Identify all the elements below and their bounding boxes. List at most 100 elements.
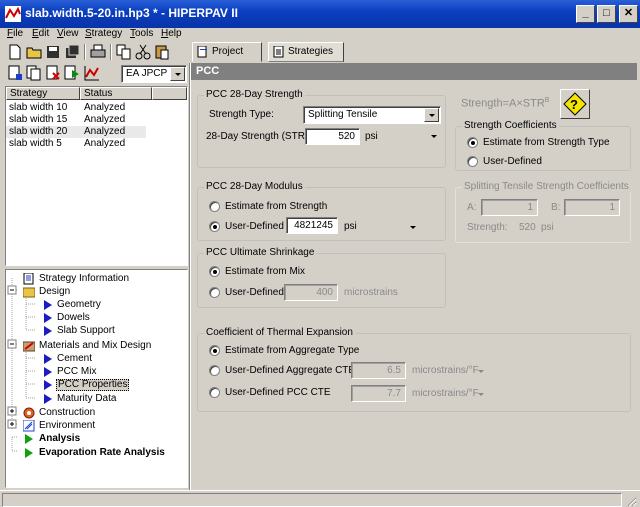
user-defined-coefficients-radio[interactable] bbox=[467, 156, 478, 167]
tree-item-dowels[interactable]: Dowels bbox=[39, 312, 169, 324]
toolbar-separator bbox=[84, 44, 86, 60]
estimate-from-strength-radio[interactable] bbox=[209, 201, 220, 212]
save-icon[interactable] bbox=[45, 44, 61, 60]
maximize-button[interactable]: □ bbox=[597, 5, 616, 23]
hiperpav-app-icon bbox=[5, 6, 21, 22]
tree-item-construction[interactable]: Construction bbox=[20, 407, 170, 419]
delete-strategy-icon[interactable] bbox=[45, 65, 61, 81]
print-icon[interactable] bbox=[90, 44, 106, 60]
tree-item-pcc-properties[interactable]: PCC Properties bbox=[39, 379, 169, 391]
column-header-filler bbox=[152, 87, 187, 100]
table-row[interactable]: slab width 5 Analyzed bbox=[6, 138, 146, 150]
tree-item-cement[interactable]: Cement bbox=[39, 353, 169, 365]
arrow-right-icon bbox=[44, 354, 52, 364]
user-defined-aggregate-cte-radio[interactable] bbox=[209, 365, 220, 376]
tab-strategies[interactable]: Strategies bbox=[268, 42, 344, 62]
chart-icon[interactable] bbox=[84, 65, 100, 81]
coefficient-a-input[interactable]: 1 bbox=[481, 199, 538, 216]
splitter[interactable] bbox=[189, 63, 191, 490]
user-defined-pcc-cte-radio[interactable] bbox=[209, 387, 220, 398]
tree-item-strategy-information[interactable]: Strategy Information bbox=[20, 273, 170, 285]
strategy-name: slab width 5 bbox=[9, 138, 62, 149]
coefficient-b-input[interactable]: 1 bbox=[564, 199, 620, 216]
panel-header: PCC bbox=[191, 63, 637, 80]
unit-dropdown-icon[interactable] bbox=[478, 393, 484, 396]
tree-item-materials-and-mix-design[interactable]: Materials and Mix Design bbox=[20, 340, 180, 352]
menu-view[interactable]: View bbox=[57, 28, 79, 39]
column-header-strategy[interactable]: Strategy bbox=[6, 87, 80, 100]
user-defined-shrinkage-radio[interactable] bbox=[209, 287, 220, 298]
user-defined-modulus-radio[interactable] bbox=[209, 221, 220, 232]
tree-item-evaporation-rate-analysis[interactable]: Evaporation Rate Analysis bbox=[20, 447, 180, 459]
modulus-group: PCC 28-Day Modulus Estimate from Strengt… bbox=[197, 181, 446, 241]
minimize-button[interactable]: _ bbox=[576, 5, 595, 23]
chevron-down-icon[interactable] bbox=[424, 108, 439, 122]
strategy-tree[interactable]: Strategy Information Design Geometry Dow… bbox=[5, 269, 188, 488]
estimate-from-mix-radio[interactable] bbox=[209, 266, 220, 277]
add-strategy-icon[interactable] bbox=[7, 65, 23, 81]
menu-file[interactable]: File bbox=[7, 28, 23, 39]
title-bar[interactable]: slab.width.5-20.in.hp3 * - HIPERPAV II _… bbox=[0, 0, 640, 28]
save-all-icon[interactable] bbox=[64, 44, 80, 60]
chevron-down-icon[interactable] bbox=[170, 67, 185, 81]
table-row[interactable]: slab width 15 Analyzed bbox=[6, 114, 146, 126]
aggregate-cte-input[interactable]: 6.5 bbox=[351, 362, 406, 379]
unit-dropdown-icon[interactable] bbox=[478, 370, 484, 373]
pcc-cte-input[interactable]: 7.7 bbox=[351, 385, 406, 402]
arrow-right-icon bbox=[44, 367, 52, 377]
tree-item-label: Cement bbox=[57, 353, 93, 364]
pavement-type-select[interactable]: EA JPCP bbox=[121, 65, 187, 83]
tree-item-pcc-mix[interactable]: PCC Mix bbox=[39, 366, 169, 378]
menu-bar: File Edit View Strategy Tools Help bbox=[0, 28, 640, 42]
unit-dropdown-icon[interactable] bbox=[431, 135, 437, 138]
coefficient-b-label: B: bbox=[551, 202, 561, 213]
tree-item-environment[interactable]: Environment bbox=[20, 420, 170, 432]
help-button[interactable]: ? bbox=[560, 89, 590, 119]
arrow-right-icon bbox=[44, 300, 52, 310]
modulus-input[interactable]: 4821245 bbox=[286, 217, 338, 234]
resize-grip-icon[interactable] bbox=[625, 495, 637, 507]
estimate-from-strength-type-radio[interactable] bbox=[467, 137, 478, 148]
copy-strategy-icon[interactable] bbox=[26, 65, 42, 81]
table-row-selected[interactable]: slab width 20 Analyzed bbox=[6, 126, 146, 138]
group-title: Strength Coefficients bbox=[462, 120, 559, 131]
estimate-from-aggregate-radio[interactable] bbox=[209, 345, 220, 356]
shrinkage-input[interactable]: 400 bbox=[284, 284, 338, 301]
user-defined-aggregate-cte-label: User-Defined Aggregate CTE bbox=[225, 365, 356, 376]
menu-help[interactable]: Help bbox=[161, 28, 182, 39]
tree-item-design[interactable]: Design bbox=[20, 286, 170, 298]
arrow-right-icon bbox=[44, 380, 52, 390]
strength-type-label: Strength Type: bbox=[209, 109, 274, 120]
copy-icon[interactable] bbox=[116, 44, 132, 60]
strength-input[interactable]: 520 bbox=[305, 128, 360, 145]
tab-project-info[interactable]: Project Info bbox=[192, 42, 262, 75]
tree-item-label: Environment bbox=[39, 420, 96, 431]
new-file-icon[interactable] bbox=[7, 44, 23, 60]
cut-icon[interactable] bbox=[135, 44, 151, 60]
estimate-from-aggregate-label: Estimate from Aggregate Type bbox=[225, 345, 360, 356]
formula-text: Strength=A×STR bbox=[461, 97, 545, 110]
tree-item-analysis[interactable]: Analysis bbox=[20, 433, 170, 445]
tree-item-slab-support[interactable]: Slab Support bbox=[39, 325, 169, 337]
strategy-status: Analyzed bbox=[84, 126, 126, 137]
arrow-right-icon bbox=[44, 313, 52, 323]
paste-icon[interactable] bbox=[154, 44, 170, 60]
strategy-list[interactable]: Strategy Status slab width 10 Analyzed s… bbox=[5, 86, 188, 266]
close-button[interactable]: ✕ bbox=[619, 5, 638, 23]
window-title: slab.width.5-20.in.hp3 * - HIPERPAV II bbox=[25, 6, 238, 20]
strategy-status: Analyzed bbox=[84, 114, 126, 125]
open-folder-icon[interactable] bbox=[26, 44, 42, 60]
menu-strategy[interactable]: Strategy bbox=[85, 28, 122, 39]
run-strategy-icon[interactable] bbox=[64, 65, 80, 81]
column-header-status[interactable]: Status bbox=[80, 87, 152, 100]
estimate-from-strength-type-label: Estimate from Strength Type bbox=[483, 137, 610, 148]
strength-type-select[interactable]: Splitting Tensile bbox=[303, 106, 441, 124]
menu-edit[interactable]: Edit bbox=[32, 28, 49, 39]
tree-item-maturity-data[interactable]: Maturity Data bbox=[39, 393, 169, 405]
pavement-type-value: EA JPCP bbox=[126, 68, 168, 79]
tree-item-geometry[interactable]: Geometry bbox=[39, 299, 169, 311]
menu-tools[interactable]: Tools bbox=[130, 28, 153, 39]
table-row[interactable]: slab width 10 Analyzed bbox=[6, 102, 146, 114]
group-title: PCC 28-Day Modulus bbox=[204, 181, 305, 192]
unit-dropdown-icon[interactable] bbox=[410, 226, 416, 229]
